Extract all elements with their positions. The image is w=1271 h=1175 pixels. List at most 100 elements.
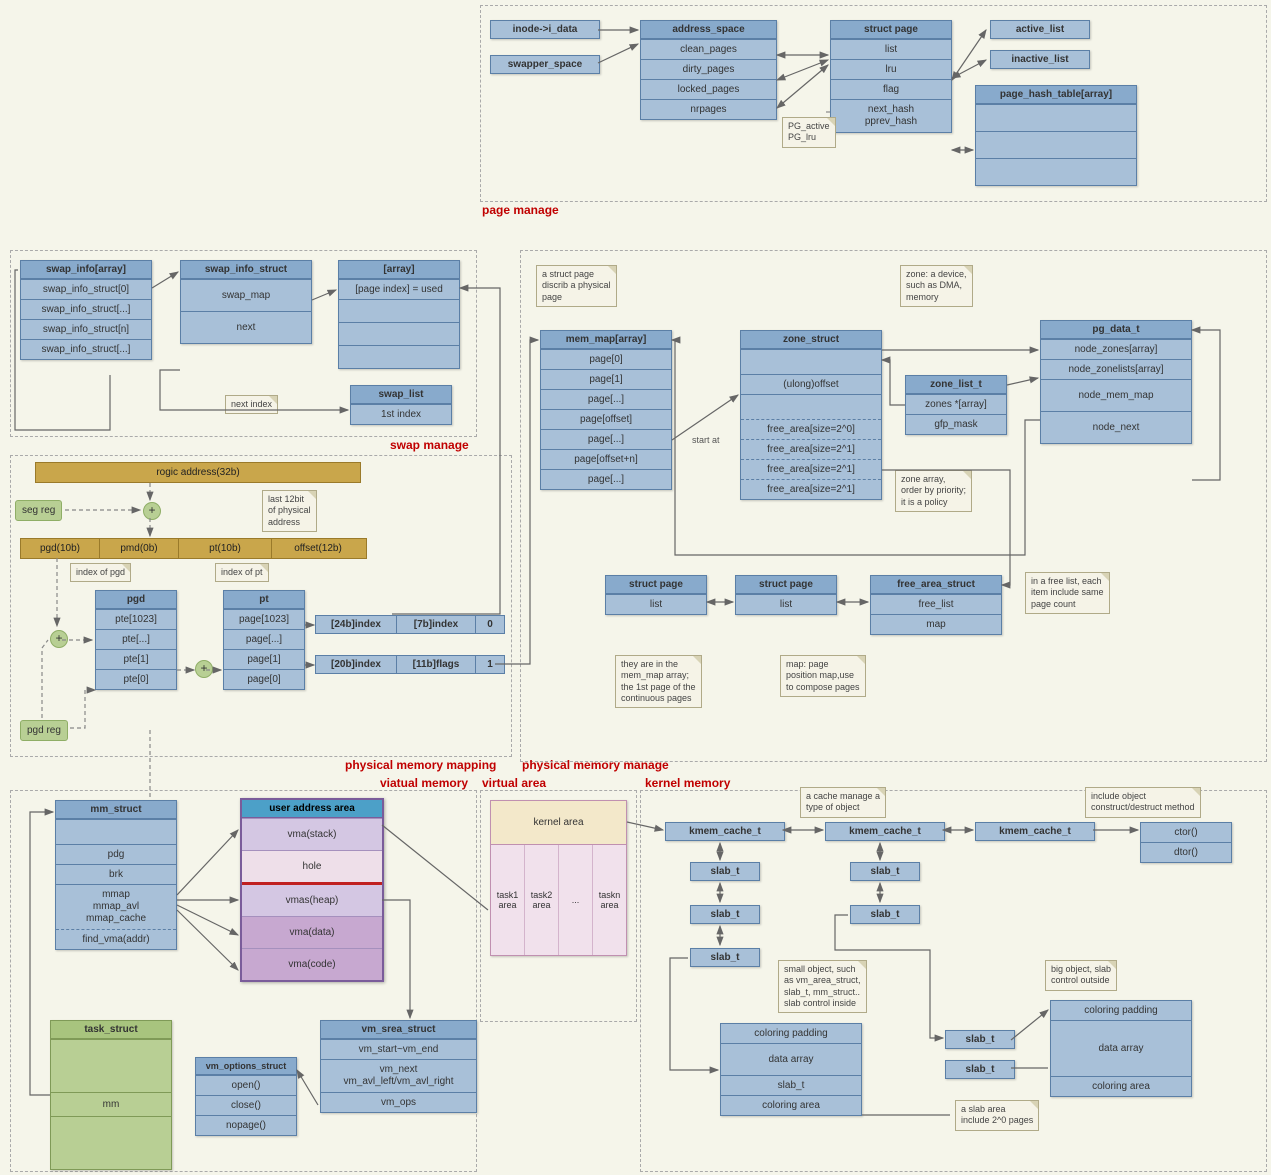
row-nn: node_next [1041,411,1191,443]
pgd-table: pgd pte[1023] pte[...] pte[1] pte[0] [95,590,177,690]
page-hash-table: page_hash_table[array] [975,85,1137,186]
row-brk: brk [56,864,176,884]
row-gfp: gfp_mask [906,414,1006,434]
kmem-cache-3: kmem_cache_t [975,822,1095,841]
col-task2: task2 area [525,845,559,955]
note-cache-manage: a cache manage a type of object [800,787,886,818]
row: pte[1023] [96,609,176,629]
label-virtual-mem: viatual memory [380,776,468,790]
row: pte[...] [96,629,176,649]
seg-stack: vma(stack) [242,818,382,850]
row-nmm: node_mem_map [1041,379,1191,411]
row-cp: coloring padding [721,1024,861,1043]
seg-hole: hole [242,850,382,882]
row-cp: coloring padding [1051,1001,1191,1020]
free-area-struct: free_area_struct free_list map [870,575,1002,635]
pt-field: pt(10b) [179,539,272,558]
bit-p0: 0 [476,615,505,634]
slab-t-side-2: slab_t [945,1060,1015,1079]
row-list: list [736,594,836,614]
note-ctor: include object construct/destruct method [1085,787,1201,818]
plus-1: + [143,502,161,520]
label-phys-manage: physical memory manage [522,758,669,772]
note-zone: zone: a device, such as DMA, memory [900,265,973,307]
row-st: slab_t [721,1075,861,1095]
fas-title: free_area_struct [871,576,1001,594]
slab-t-21: slab_t [850,862,920,881]
pg-data-t-title: pg_data_t [1041,321,1191,339]
note-big-obj: big object, slab control outside [1045,960,1117,991]
zone-list-t: zone_list_t zones *[array] gfp_mask [905,375,1007,435]
sp1-title: struct page [606,576,706,594]
row-hash: next_hash pprev_hash [831,99,951,132]
swap-info-struct: swap_info_struct swap_map next [180,260,312,344]
row-dirty-pages: dirty_pages [641,59,776,79]
slab-t-12: slab_t [690,905,760,924]
slab-box-big: coloring padding data array coloring are… [1050,1000,1192,1097]
row: page[1] [224,649,304,669]
bit-row-1: [24b]index [7b]index 0 [315,615,505,634]
seg-heap: vmas(heap) [242,882,382,916]
row-offset: (ulong)offset [741,374,881,394]
row-mm: mm [51,1092,171,1116]
row-next: next [181,311,311,343]
pt-table: pt page[1023] page[...] page[1] page[0] [223,590,305,690]
row [339,345,459,368]
mem-map-array: mem_map[array] page[0] page[1] page[...]… [540,330,672,490]
task-struct-title: task_struct [51,1021,171,1039]
note-zone-array: zone array, order by priority; it is a p… [895,470,972,512]
swap-list-title: swap_list [351,386,451,404]
row: page[0] [224,669,304,689]
row-vmops: vm_ops [321,1092,476,1112]
row: page[0] [541,349,671,369]
seg-reg-chip: seg reg [15,500,62,521]
page-hash-table-title: page_hash_table[array] [976,86,1136,104]
slab-t-13: slab_t [690,948,760,967]
row: [page index] = used [339,279,459,299]
task-struct: task_struct mm [50,1020,172,1170]
row-vmnext: vm_next vm_avl_left/vm_avl_right [321,1059,476,1092]
page-hash-row [976,104,1136,131]
spacer [741,394,881,419]
struct-page-pm: struct page list lru flag next_hash ppre… [830,20,952,133]
pgd-reg-chip: pgd reg [20,720,68,741]
row-nrpages: nrpages [641,99,776,119]
address-space-title: address_space [641,21,776,39]
inactive-list-box: inactive_list [990,50,1090,69]
uaa-title: user address area [242,800,382,818]
spacer [51,1116,171,1169]
vas-title: vm_srea_struct [321,1021,476,1039]
swap-array-title: [array] [339,261,459,279]
bit-row-2: [20b]index [11b]flags 1 [315,655,505,674]
label-virtual-area: virtual area [482,776,546,790]
note-index-pgd: index of pgd [70,563,131,582]
row-nz: node_zones[array] [1041,339,1191,359]
label-phys-mapping: physical memory mapping [345,758,496,772]
row-zones: zones *[array] [906,394,1006,414]
note-slab-pages: a slab area include 2^0 pages [955,1100,1039,1131]
row-mmap: mmap mmap_avl mmap_cache [56,884,176,929]
row-fa1: free_area[size=2^1] [741,439,881,459]
row: swap_info_struct[...] [21,299,151,319]
offset-field: offset(12b) [272,539,364,558]
row: page[...] [541,389,671,409]
row: page[offset] [541,409,671,429]
mem-map-title: mem_map[array] [541,331,671,349]
row: page[...] [541,469,671,489]
kernel-area: kernel area [491,801,626,845]
slab-t-22: slab_t [850,905,920,924]
struct-page-2: struct page list [735,575,837,615]
page-hash-row [976,158,1136,185]
row-pdg: pdg [56,844,176,864]
row-1st-index: 1st index [351,404,451,424]
struct-page-title: struct page [831,21,951,39]
note-freelist: in a free list, each item include same p… [1025,572,1110,614]
bit-11b: [11b]flags [397,655,476,674]
slab-t-11: slab_t [690,862,760,881]
plus-2: + [50,630,68,648]
row [339,322,459,345]
inode-box: inode->i_data [490,20,600,39]
pgd-field: pgd(10b) [21,539,100,558]
seg-code: vma(code) [242,948,382,980]
note-map-desc: map: page position map,use to compose pa… [780,655,866,697]
